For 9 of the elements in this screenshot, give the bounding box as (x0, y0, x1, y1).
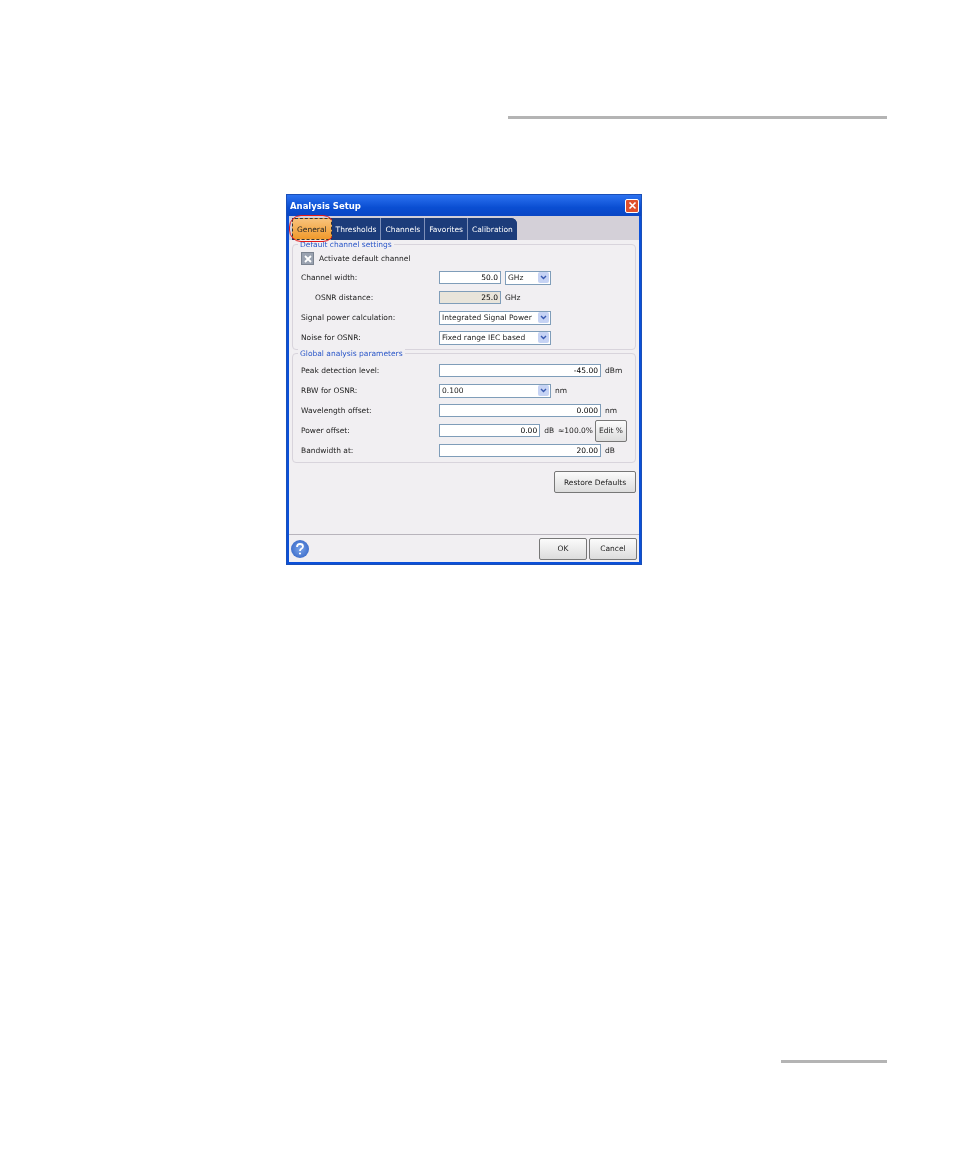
dropdown-arrow-icon[interactable] (538, 332, 549, 343)
dropdown-arrow-icon[interactable] (538, 272, 549, 283)
checkbox[interactable] (301, 252, 314, 265)
help-icon[interactable] (291, 539, 309, 558)
close-icon (627, 201, 637, 210)
dropdown-arrow-icon[interactable] (538, 312, 549, 323)
close-button[interactable] (625, 198, 639, 213)
dropdown-arrow-icon[interactable] (538, 385, 549, 396)
window-title: Analysis Setup (290, 200, 361, 211)
